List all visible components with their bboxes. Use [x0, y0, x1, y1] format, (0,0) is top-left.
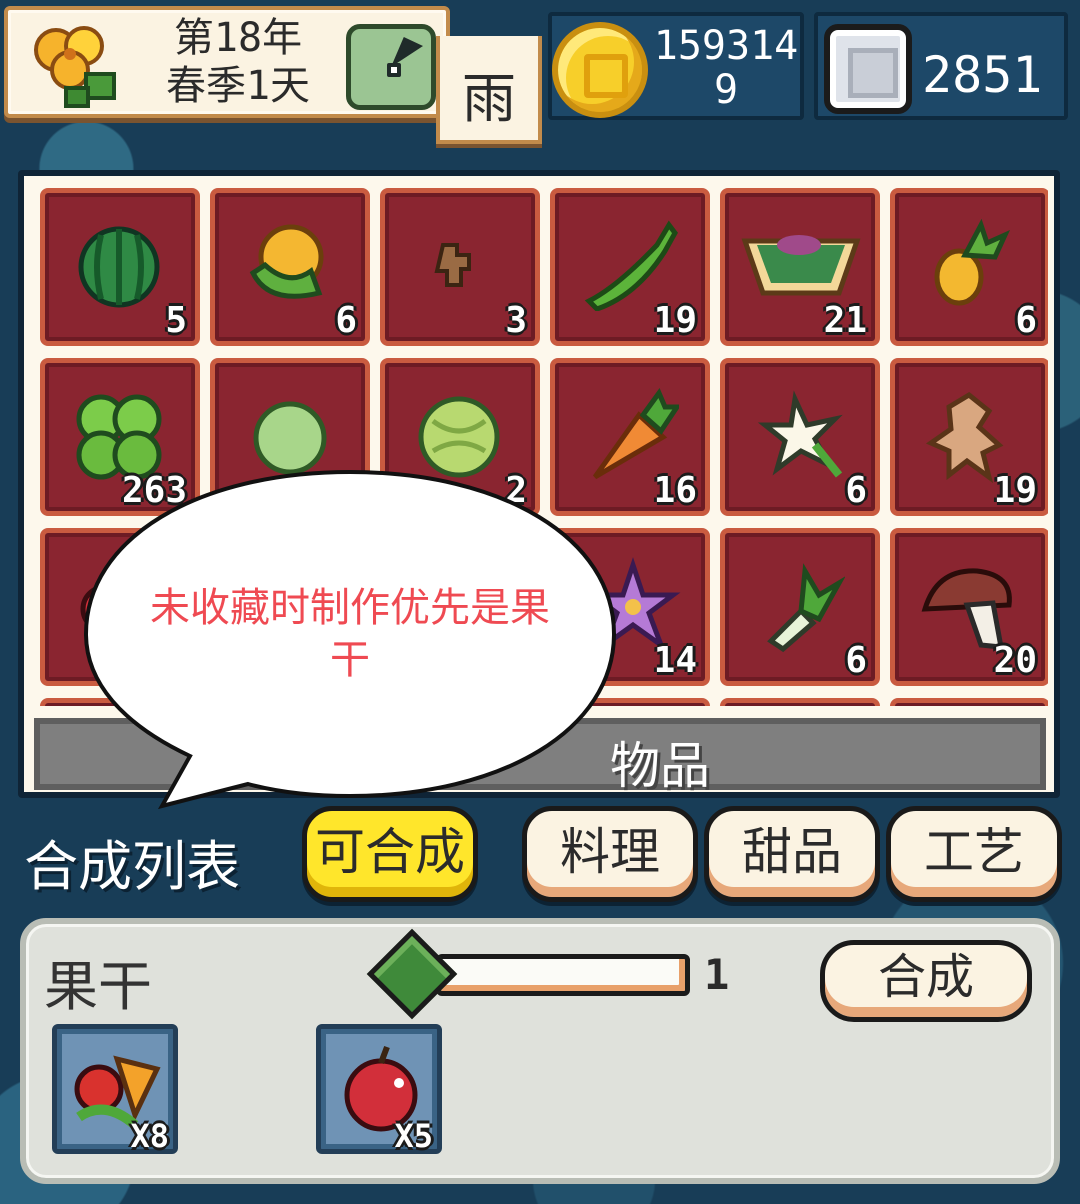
tab-craftable[interactable]: 可合成 [302, 806, 478, 902]
date-text: 第18年 春季1天 [138, 14, 338, 110]
weather-panel: 雨 [436, 36, 542, 144]
item-count: 6 [1015, 300, 1037, 341]
white-flower-icon [757, 390, 843, 478]
annotation-text: 未收藏时制作优先是果干 [150, 586, 550, 682]
flower-icon [34, 26, 116, 108]
tab-crafts[interactable]: 工艺 [886, 806, 1062, 902]
tab-desserts[interactable]: 甜品 [704, 806, 880, 902]
item-count: 6 [335, 300, 357, 341]
quantity-value: 1 [704, 950, 730, 999]
date-panel: 第18年 春季1天 [4, 6, 450, 118]
item-count: 20 [993, 640, 1037, 681]
gem-counter: 2851 [814, 12, 1068, 120]
craft-list-title: 合成列表 [24, 835, 240, 898]
item-count: 6 [845, 470, 867, 511]
scallion-icon [767, 563, 845, 653]
item-count: 16 [653, 470, 697, 511]
tab-cooking[interactable]: 料理 [522, 806, 698, 902]
inventory-slot[interactable]: 6 [720, 358, 880, 516]
inventory-slot[interactable]: 19 [550, 188, 710, 346]
clock-icon[interactable] [346, 24, 436, 110]
silver-gem-icon [824, 24, 912, 114]
item-count: 6 [845, 640, 867, 681]
season-day-label: 春季1天 [165, 63, 311, 109]
pepper-icon [584, 220, 678, 311]
quantity-slider-handle[interactable] [366, 928, 458, 1020]
ingredient-multiplier: X5 [394, 1117, 433, 1155]
inventory-slot[interactable]: 6 [890, 188, 1048, 346]
craft-button[interactable]: 合成 [820, 940, 1032, 1022]
quantity-slider-track[interactable] [436, 954, 690, 996]
watermelon-icon [78, 226, 160, 308]
inventory-slot[interactable] [720, 698, 880, 706]
inventory-slot[interactable] [890, 698, 1048, 706]
recipe-panel: 果干 1 合成 X8 X5 [20, 918, 1060, 1184]
weather-label: 雨 [462, 67, 516, 130]
ginger-root-icon [434, 243, 471, 287]
year-label: 第18年 [173, 15, 303, 61]
coin-counter: 1593149 [548, 12, 804, 120]
inventory-slot[interactable]: 21 [720, 188, 880, 346]
inventory-slot[interactable]: 20 [890, 528, 1048, 686]
item-count: 5 [165, 300, 187, 341]
salad-bowl-icon [741, 235, 861, 296]
inventory-slot[interactable]: 5 [40, 188, 200, 346]
item-count: 19 [653, 300, 697, 341]
cabbage-icon [253, 401, 327, 475]
inventory-tab-label: 物品 [610, 737, 710, 795]
ingredient-multiplier: X8 [130, 1117, 169, 1155]
corn-icon [249, 224, 324, 299]
inventory-slot[interactable]: 19 [890, 358, 1048, 516]
ingredient-slot[interactable]: X8 [52, 1024, 178, 1155]
gold-coin-icon [552, 22, 648, 118]
ingredient-slot[interactable]: X5 [316, 1024, 442, 1155]
item-count: 19 [993, 470, 1037, 511]
inventory-slot[interactable]: 6 [210, 188, 370, 346]
item-count: 3 [505, 300, 527, 341]
item-count: 21 [823, 300, 867, 341]
inventory-slot[interactable]: 3 [380, 188, 540, 346]
recipe-name: 果干 [44, 955, 152, 1018]
gem-amount: 2851 [922, 46, 1043, 104]
pineapple-icon [934, 218, 1010, 306]
inventory-slot[interactable]: 6 [720, 528, 880, 686]
item-count: 14 [653, 640, 697, 681]
coin-amount: 1593149 [653, 23, 799, 113]
